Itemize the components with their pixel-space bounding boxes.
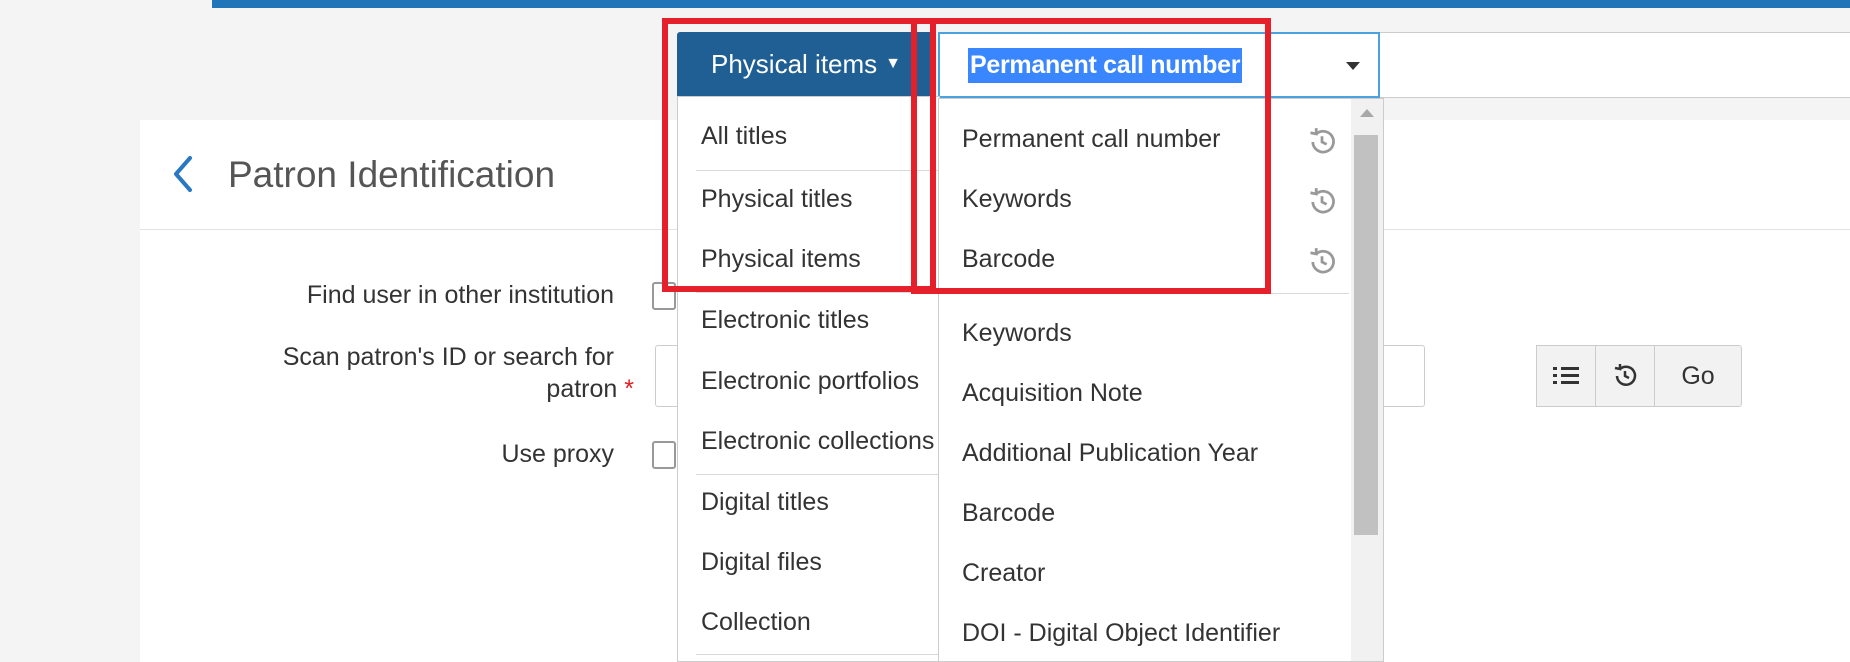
field-doi[interactable]: DOI - Digital Object Identifier [962, 619, 1280, 648]
field-acquisition-note[interactable]: Acquisition Note [962, 379, 1143, 408]
field-keywords[interactable]: Keywords [962, 319, 1072, 348]
search-field-menu: Permanent call number Keywords Barcode K… [938, 98, 1384, 662]
history-icon [1307, 187, 1337, 217]
menu-divider [696, 474, 939, 475]
scan-patron-label-line2: patron * [414, 375, 634, 404]
scope-item-physical-items[interactable]: Physical items [701, 245, 861, 274]
recent-field-keywords[interactable]: Keywords [962, 185, 1072, 214]
scope-item-digital-titles[interactable]: Digital titles [701, 488, 829, 517]
scope-item-electronic-titles[interactable]: Electronic titles [701, 306, 869, 335]
search-input[interactable] [1380, 32, 1850, 98]
history-icon [1307, 127, 1337, 157]
scrollbar-thumb[interactable] [1354, 135, 1378, 535]
field-barcode[interactable]: Barcode [962, 499, 1055, 528]
dropdown-arrow-icon [1346, 62, 1360, 70]
recent-field-permanent-call-number[interactable]: Permanent call number [962, 125, 1220, 154]
field-creator[interactable]: Creator [962, 559, 1045, 588]
search-field-select[interactable]: Permanent call number [938, 32, 1380, 98]
search-field-selected: Permanent call number [968, 47, 1243, 83]
search-scope-menu: All titles Physical titles Physical item… [677, 96, 940, 662]
search-scope-label: Physical items [711, 48, 878, 79]
history-icon [1307, 247, 1337, 277]
scope-item-all-titles[interactable]: All titles [701, 122, 787, 151]
scan-patron-label-line1: Scan patron's ID or search for [282, 343, 614, 371]
recent-field-barcode[interactable]: Barcode [962, 245, 1055, 274]
use-proxy-checkbox[interactable] [652, 441, 676, 469]
patron-search-buttons: Go [1536, 345, 1742, 407]
find-other-institution-label: Find user in other institution [306, 281, 614, 309]
top-accent-bar [212, 0, 1850, 8]
search-scope-dropdown-button[interactable]: Physical items ▼ [677, 32, 935, 96]
menu-divider [696, 292, 939, 293]
menu-divider [696, 654, 939, 655]
field-additional-publication-year[interactable]: Additional Publication Year [962, 439, 1258, 468]
scope-item-collection[interactable]: Collection [701, 608, 811, 637]
required-mark: * [624, 375, 634, 403]
find-other-institution-checkbox[interactable] [652, 282, 676, 310]
scope-item-digital-files[interactable]: Digital files [701, 548, 822, 577]
scope-item-electronic-portfolios[interactable]: Electronic portfolios [701, 367, 919, 396]
list-icon[interactable] [1536, 345, 1596, 407]
menu-divider [696, 170, 939, 171]
screen: Patron Identification Find user in other… [0, 0, 1850, 662]
chevron-left-icon[interactable] [168, 150, 200, 198]
page-title: Patron Identification [228, 154, 556, 195]
history-icon[interactable] [1595, 345, 1655, 407]
scope-item-physical-titles[interactable]: Physical titles [701, 185, 852, 214]
scope-item-electronic-collections[interactable]: Electronic collections [701, 427, 934, 456]
scan-patron-label-text: patron [546, 375, 618, 403]
caret-down-icon: ▼ [885, 55, 901, 72]
go-button[interactable]: Go [1654, 345, 1742, 407]
menu-divider [957, 293, 1349, 294]
scroll-up-arrow-icon[interactable] [1360, 109, 1374, 117]
use-proxy-label: Use proxy [501, 440, 614, 468]
